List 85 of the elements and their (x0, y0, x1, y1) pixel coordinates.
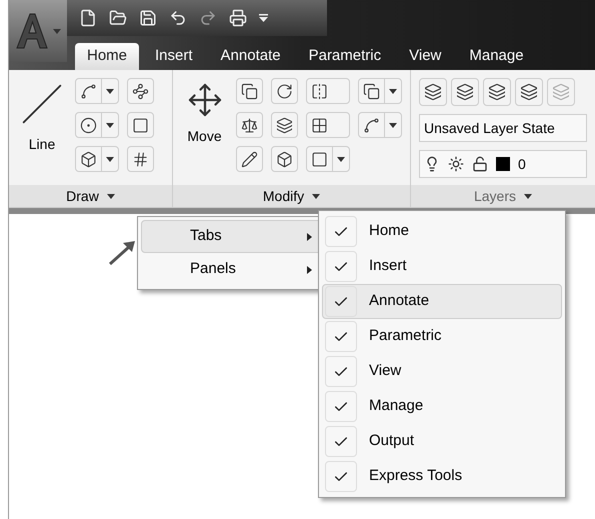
panel-title-bar[interactable]: Modify (173, 185, 410, 207)
hatch-button[interactable] (127, 146, 154, 172)
rectangle-button[interactable] (127, 112, 154, 138)
copy-button[interactable] (236, 78, 263, 104)
pointer-arrow-icon (108, 240, 136, 266)
panel-title-bar[interactable]: Layers (411, 185, 595, 207)
check-box[interactable] (325, 426, 357, 457)
dropdown-caret-icon (389, 88, 397, 94)
menu-item[interactable]: Express Tools (322, 459, 562, 494)
undo-icon[interactable] (169, 9, 187, 27)
caret-icon (312, 194, 320, 198)
printer-icon[interactable] (229, 9, 247, 27)
rotate-button[interactable] (271, 78, 298, 104)
dropdown-caret-icon (106, 88, 114, 94)
check-box[interactable] (325, 216, 357, 247)
layer-color-swatch (496, 157, 510, 171)
menu-item[interactable]: Manage (322, 389, 562, 424)
copy-icon (241, 82, 258, 100)
arc-icon (80, 82, 97, 100)
polyline-button[interactable] (127, 78, 154, 104)
layer-dropdown[interactable]: 0 (419, 150, 587, 178)
sun-icon (448, 156, 464, 172)
caret-icon (106, 194, 115, 198)
check-box[interactable] (325, 286, 357, 317)
check-box[interactable] (325, 321, 357, 352)
open-folder-icon[interactable] (109, 9, 127, 27)
ribbon-tab[interactable]: Insert (143, 43, 205, 70)
hatch-icon (132, 150, 149, 168)
move-tool-button[interactable]: Move (181, 78, 228, 185)
stack-icon (363, 82, 380, 100)
ribbon-tab[interactable]: Annotate (208, 43, 293, 70)
check-box[interactable] (325, 461, 357, 492)
save-icon[interactable] (139, 9, 157, 27)
check-box[interactable] (325, 251, 357, 282)
redo-icon[interactable] (199, 9, 217, 27)
panel-title-bar[interactable]: Draw (9, 185, 172, 207)
menu-item[interactable]: View (322, 354, 562, 389)
new-file-icon[interactable] (79, 9, 97, 27)
polyline-icon (132, 82, 149, 100)
panel-title: Draw (66, 186, 99, 206)
move-arrows-icon (186, 82, 222, 118)
layers-icon[interactable] (488, 83, 506, 101)
menu-item[interactable]: Panels (141, 253, 325, 286)
dropdown-caret-icon (106, 156, 114, 162)
rectangle-icon (132, 116, 149, 134)
grid-icon (311, 116, 328, 134)
ribbon-tab[interactable]: Manage (457, 43, 536, 70)
line-icon (20, 82, 64, 126)
circle-icon (80, 116, 97, 134)
application-menu-button[interactable] (9, 0, 67, 62)
layers-icon[interactable] (456, 83, 474, 101)
submenu-arrow-icon (307, 232, 312, 240)
check-box[interactable] (325, 391, 357, 422)
dropdown-caret-icon (337, 156, 345, 162)
dropdown-caret-icon (106, 122, 114, 128)
caret-icon (524, 194, 532, 198)
layer-state-dropdown[interactable]: Unsaved Layer State (419, 114, 587, 142)
menu-item[interactable]: Home (322, 214, 562, 249)
layers-icon[interactable] (520, 83, 538, 101)
menu-item[interactable]: Annotate (322, 284, 562, 319)
mirror-button[interactable] (306, 78, 350, 104)
arc-button[interactable] (75, 78, 119, 104)
customize-caret-icon[interactable] (259, 14, 268, 22)
ribbon-tab[interactable]: Home (75, 43, 140, 70)
ribbon-tab[interactable]: View (397, 43, 454, 70)
ribbon-tab[interactable]: Parametric (296, 43, 394, 70)
layers-icon[interactable] (424, 83, 442, 101)
caret-icon (53, 28, 61, 34)
menu-item[interactable]: Parametric (322, 319, 562, 354)
circle-button[interactable] (75, 112, 119, 138)
line-tool-button[interactable]: Line (17, 78, 67, 185)
panel-title: Layers (474, 186, 516, 206)
layer-name: 0 (518, 154, 526, 174)
menu-item[interactable]: Output (322, 424, 562, 459)
letter-logo-icon (15, 12, 49, 50)
submenu-arrow-icon (307, 266, 312, 274)
mirror-icon (311, 82, 328, 100)
grid-button[interactable] (306, 112, 350, 138)
menu-item[interactable]: Insert (322, 249, 562, 284)
check-box[interactable] (325, 356, 357, 387)
unlocked-lock-icon (472, 156, 488, 172)
panel-title: Modify (262, 186, 304, 206)
stack-button[interactable] (358, 78, 402, 104)
dropdown-caret-icon (389, 122, 397, 128)
rotate-icon (276, 82, 293, 100)
